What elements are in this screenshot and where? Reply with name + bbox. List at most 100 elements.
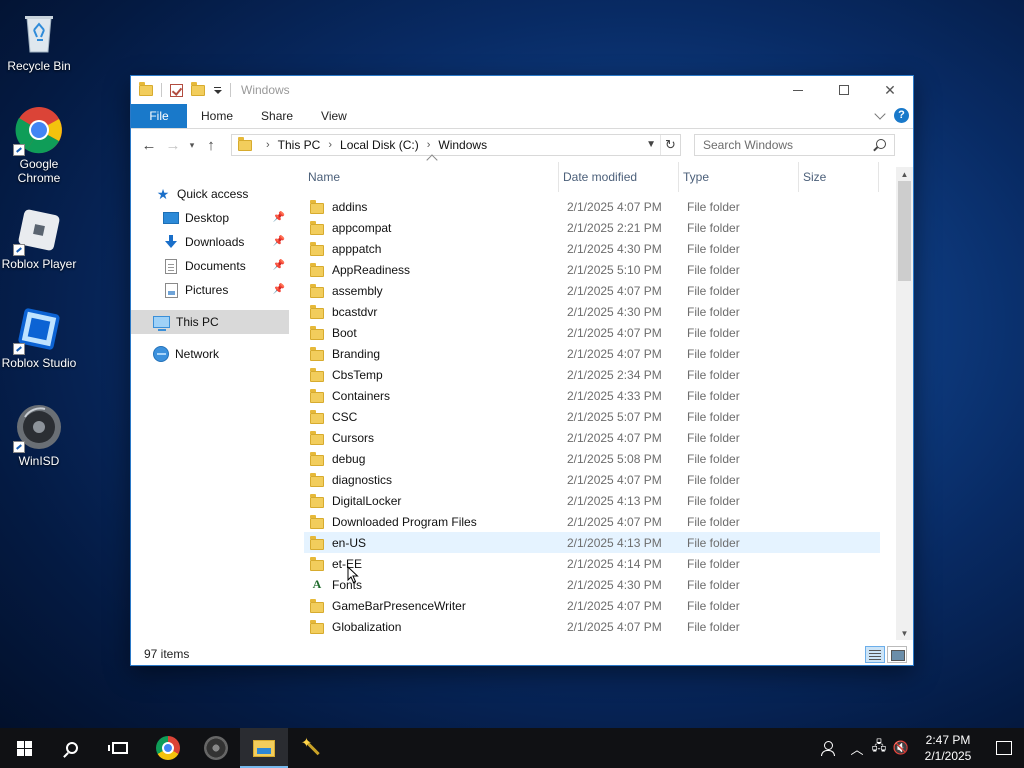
chevron-right-icon[interactable]: ›	[266, 139, 270, 151]
minimize-button[interactable]	[775, 76, 821, 104]
search-icon[interactable]	[876, 139, 886, 149]
folder-icon	[310, 367, 324, 382]
taskbar-chrome[interactable]	[144, 728, 192, 768]
close-button[interactable]: ✕	[867, 76, 913, 104]
table-row[interactable]: Boot 2/1/2025 4:07 PM File folder	[304, 322, 880, 343]
file-date: 2/1/2025 4:07 PM	[567, 430, 662, 445]
desktop-icon-google-chrome[interactable]: Google Chrome	[0, 106, 78, 185]
column-header-date-modified[interactable]: Date modified	[559, 162, 679, 192]
task-view-button[interactable]	[96, 728, 144, 768]
table-row[interactable]: AppReadiness 2/1/2025 5:10 PM File folder	[304, 259, 880, 280]
shortcut-arrow-icon	[13, 343, 25, 355]
nav-item-quick-access[interactable]: ★ Quick access	[131, 182, 289, 206]
up-button[interactable]: ↑	[199, 133, 223, 157]
expand-ribbon-icon[interactable]	[874, 107, 886, 120]
scroll-down-icon[interactable]: ▼	[896, 626, 913, 640]
tab-file[interactable]: File	[131, 104, 187, 128]
customize-toolbar-icon[interactable]	[213, 86, 222, 95]
file-name: bcastdvr	[332, 304, 378, 319]
nav-item-documents[interactable]: Documents 📌	[131, 254, 289, 278]
file-explorer-window: Windows ✕ File Home Share View ? ← → ▾ ↑…	[130, 75, 914, 666]
file-date: 2/1/2025 4:07 PM	[567, 619, 662, 634]
column-header-name[interactable]: Name	[304, 154, 559, 192]
desktop-icon-winisd[interactable]: WinISD	[0, 403, 78, 468]
column-header-size[interactable]: Size	[799, 162, 879, 192]
table-row[interactable]: Globalization 2/1/2025 4:07 PM File folder	[304, 616, 880, 637]
file-date: 2/1/2025 4:33 PM	[567, 388, 662, 403]
table-row[interactable]: A Fonts 2/1/2025 4:30 PM File folder	[304, 574, 880, 595]
table-row[interactable]: GameBarPresenceWriter 2/1/2025 4:07 PM Fil…	[304, 595, 880, 616]
taskbar-winisd[interactable]	[192, 728, 240, 768]
title-bar[interactable]: Windows ✕	[131, 76, 913, 104]
table-row[interactable]: appcompat 2/1/2025 2:21 PM File folder	[304, 217, 880, 238]
back-button[interactable]: ←	[137, 133, 161, 157]
recent-locations-button[interactable]: ▾	[185, 133, 199, 157]
up-arrow-icon: ↑	[207, 136, 215, 154]
table-row[interactable]: assembly 2/1/2025 4:07 PM File folder	[304, 280, 880, 301]
nav-item-this-pc[interactable]: This PC	[131, 310, 289, 334]
table-row[interactable]: diagnostics 2/1/2025 4:07 PM File folder	[304, 469, 880, 490]
refresh-button[interactable]: ↻	[660, 135, 680, 155]
vertical-scrollbar[interactable]: ▲ ▼	[896, 167, 913, 640]
table-row[interactable]: CSC 2/1/2025 5:07 PM File folder	[304, 406, 880, 427]
table-row[interactable]: debug 2/1/2025 5:08 PM File folder	[304, 448, 880, 469]
taskbar-clock[interactable]: 2:47 PM 2/1/2025	[912, 732, 984, 764]
tab-home[interactable]: Home	[187, 104, 247, 128]
address-bar[interactable]: › This PC › Local Disk (C:) › Windows ▼ …	[231, 134, 681, 156]
file-type: File folder	[687, 535, 740, 550]
desktop-icon-recycle-bin[interactable]: Recycle Bin	[0, 8, 78, 73]
taskbar-file-explorer[interactable]	[240, 728, 288, 768]
table-row[interactable]: DigitalLocker 2/1/2025 4:13 PM File folder	[304, 490, 880, 511]
breadcrumb-local-disk[interactable]: Local Disk (C:)	[340, 138, 419, 152]
desktop-icon-roblox-player[interactable]: Roblox Player	[0, 206, 78, 271]
volume-tray-button[interactable]: 🔇	[890, 728, 912, 768]
table-row[interactable]: CbsTemp 2/1/2025 2:34 PM File folder	[304, 364, 880, 385]
nav-item-pictures[interactable]: Pictures 📌	[131, 278, 289, 302]
maximize-button[interactable]	[821, 76, 867, 104]
action-center-button[interactable]	[984, 728, 1024, 768]
search-input[interactable]	[703, 138, 863, 152]
tab-share[interactable]: Share	[247, 104, 307, 128]
start-button[interactable]	[0, 728, 48, 768]
table-row[interactable]: Branding 2/1/2025 4:07 PM File folder	[304, 343, 880, 364]
column-header-type[interactable]: Type	[679, 162, 799, 192]
breadcrumb-windows[interactable]: Windows	[438, 138, 487, 152]
properties-icon[interactable]	[170, 83, 183, 97]
network-tray-button[interactable]: 🖧	[868, 728, 890, 768]
people-button[interactable]	[810, 728, 846, 768]
table-row[interactable]: Containers 2/1/2025 4:33 PM File folder	[304, 385, 880, 406]
nav-item-network[interactable]: Network	[131, 342, 289, 366]
table-row[interactable]: et-EE 2/1/2025 4:14 PM File folder	[304, 553, 880, 574]
table-row[interactable]: Downloaded Program Files 2/1/2025 4:07 PM…	[304, 511, 880, 532]
nav-label: Desktop	[185, 211, 230, 225]
column-headers: Name Date modified Type Size	[304, 154, 879, 192]
tab-view[interactable]: View	[307, 104, 361, 128]
nav-item-desktop[interactable]: Desktop 📌	[131, 206, 289, 230]
taskbar-wand-app[interactable]	[288, 728, 336, 768]
table-row[interactable]: addins 2/1/2025 4:07 PM File folder	[304, 196, 880, 217]
breadcrumb-this-pc[interactable]: This PC	[278, 138, 321, 152]
show-hidden-icons-button[interactable]: ︿	[846, 728, 868, 768]
table-row[interactable]: bcastdvr 2/1/2025 4:30 PM File folder	[304, 301, 880, 322]
large-icons-view-icon[interactable]	[887, 646, 907, 663]
table-row[interactable]: Cursors 2/1/2025 4:07 PM File folder	[304, 427, 880, 448]
pin-icon: 📌	[272, 212, 285, 223]
details-view-icon[interactable]	[865, 646, 885, 663]
chevron-right-icon[interactable]: ›	[427, 139, 431, 151]
desktop-icon-label: Roblox Player	[1, 257, 77, 271]
new-folder-icon[interactable]	[191, 81, 205, 96]
table-row-hovered[interactable]: en-US 2/1/2025 4:13 PM File folder	[304, 532, 880, 553]
taskbar-search-button[interactable]	[48, 728, 96, 768]
forward-button[interactable]: →	[161, 133, 185, 157]
nav-item-downloads[interactable]: Downloads 📌	[131, 230, 289, 254]
clock-date: 2/1/2025	[924, 749, 972, 763]
divider	[230, 83, 231, 97]
address-history-chevron-icon[interactable]: ▼	[646, 139, 656, 150]
desktop-icon-roblox-studio[interactable]: Roblox Studio	[0, 305, 78, 370]
table-row[interactable]: apppatch 2/1/2025 4:30 PM File folder	[304, 238, 880, 259]
help-icon[interactable]: ?	[894, 108, 909, 123]
scroll-up-icon[interactable]: ▲	[896, 167, 913, 181]
scrollbar-thumb[interactable]	[898, 181, 911, 281]
chevron-right-icon[interactable]: ›	[328, 139, 332, 151]
file-list-pane: Name Date modified Type Size addins 2/1/2…	[289, 154, 913, 643]
